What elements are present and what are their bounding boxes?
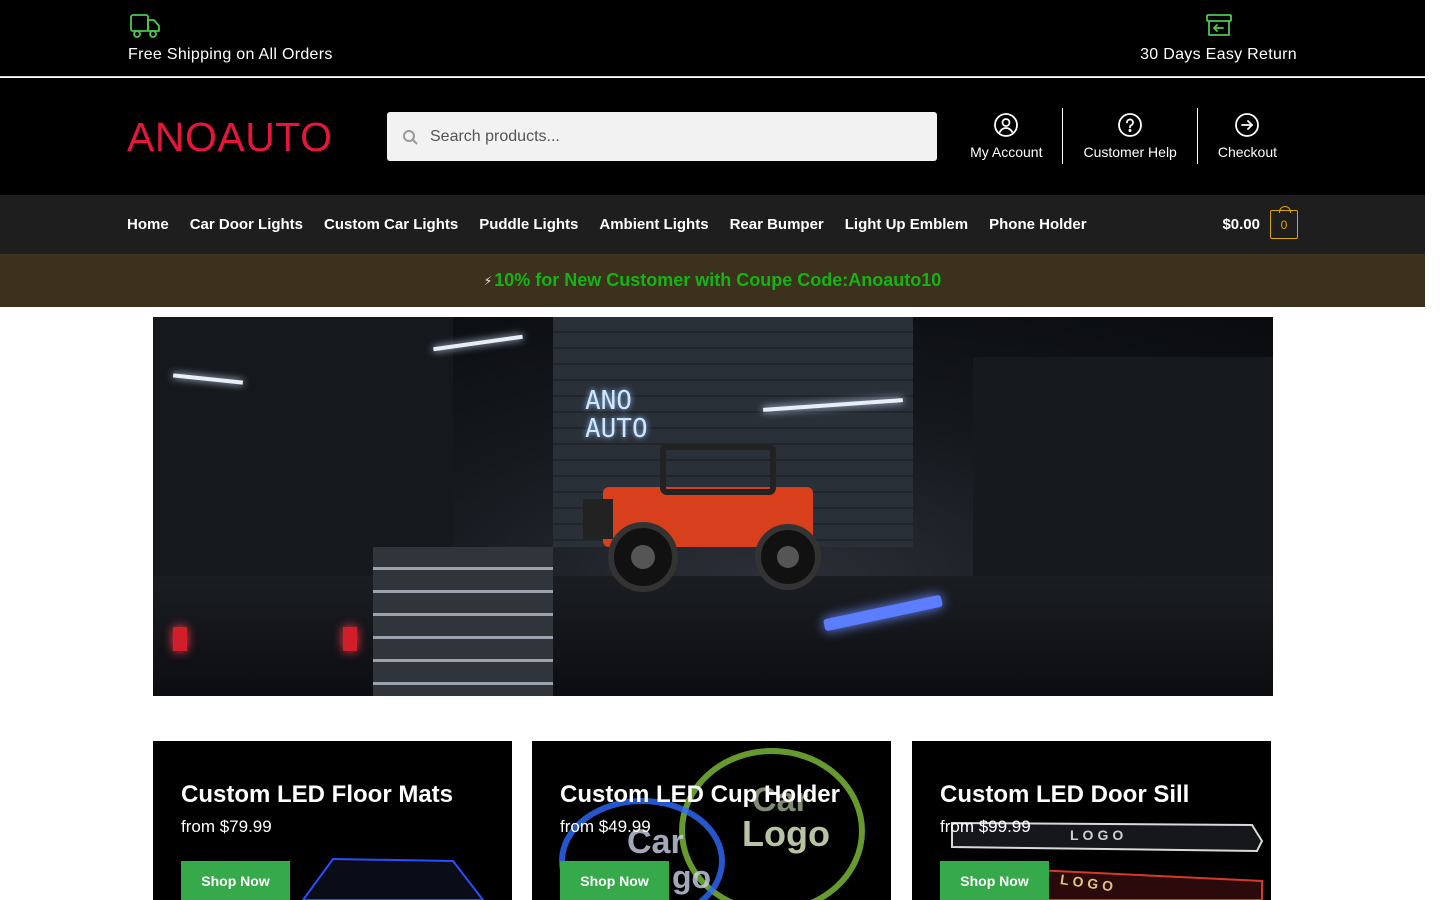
site-header: ANOAUTO My Account Customer Help Checkou… bbox=[0, 78, 1425, 195]
search-box[interactable] bbox=[387, 112, 937, 161]
arrow-right-circle-icon bbox=[1235, 113, 1260, 137]
lightning-icon: ⚡ bbox=[483, 273, 493, 288]
nav-item-light-up-emblem[interactable]: Light Up Emblem bbox=[845, 216, 968, 233]
free-shipping-notice: Free Shipping on All Orders bbox=[128, 12, 333, 64]
user-icon bbox=[994, 113, 1019, 137]
product-category-cards: Custom LED Floor Mats from $79.99 Shop N… bbox=[153, 741, 1273, 900]
truck-icon bbox=[130, 14, 160, 38]
product-title: Custom LED Floor Mats bbox=[181, 781, 454, 808]
main-navigation: Home Car Door Lights Custom Car Lights P… bbox=[0, 195, 1425, 254]
product-card-floor-mats[interactable]: Custom LED Floor Mats from $79.99 Shop N… bbox=[153, 741, 512, 900]
red-light-accent bbox=[343, 627, 357, 651]
tool-cabinet bbox=[373, 547, 553, 696]
product-price: from $49.99 bbox=[560, 817, 651, 836]
easy-return-text: 30 Days Easy Return bbox=[1140, 46, 1297, 63]
help-icon bbox=[1118, 113, 1143, 137]
nav-item-custom-car-lights[interactable]: Custom Car Lights bbox=[324, 216, 458, 233]
site-logo[interactable]: ANOAUTO bbox=[127, 114, 333, 161]
product-card-cup-holder[interactable]: Logo Car Car go Custom LED Cup Holder fr… bbox=[532, 741, 891, 900]
cart-amount: $0.00 bbox=[1222, 216, 1260, 233]
cart-link[interactable]: $0.00 0 bbox=[1222, 206, 1298, 239]
shop-now-button[interactable]: Shop Now bbox=[181, 861, 290, 900]
nav-item-rear-bumper[interactable]: Rear Bumper bbox=[730, 216, 824, 233]
promo-text: 10% for New Customer with Coupe Code:Ano… bbox=[494, 270, 942, 290]
product-card-door-sill[interactable]: LOGO LOGO Custom LED Door Sill from $99.… bbox=[912, 741, 1271, 900]
search-input[interactable] bbox=[430, 127, 910, 146]
cart-count-badge: 0 bbox=[1270, 206, 1298, 239]
customer-help-link[interactable]: Customer Help bbox=[1062, 108, 1196, 164]
jeep-illustration bbox=[583, 444, 821, 592]
checkout-link[interactable]: Checkout bbox=[1196, 108, 1297, 164]
my-account-link[interactable]: My Account bbox=[950, 108, 1062, 164]
my-account-label: My Account bbox=[970, 144, 1043, 160]
product-title: Custom LED Door Sill bbox=[940, 781, 1190, 808]
nav-item-phone-holder[interactable]: Phone Holder bbox=[989, 216, 1087, 233]
checkout-label: Checkout bbox=[1217, 144, 1277, 160]
nav-item-car-door-lights[interactable]: Car Door Lights bbox=[190, 216, 303, 233]
shop-now-button[interactable]: Shop Now bbox=[560, 861, 669, 900]
free-shipping-text: Free Shipping on All Orders bbox=[128, 46, 333, 63]
hero-banner-image[interactable]: ANO AUTO bbox=[153, 317, 1273, 696]
shop-now-button[interactable]: Shop Now bbox=[940, 861, 1049, 900]
garage-wall-right bbox=[973, 357, 1273, 577]
product-price: from $79.99 bbox=[181, 817, 272, 836]
nav-item-ambient-lights[interactable]: Ambient Lights bbox=[599, 216, 708, 233]
garage-wall-left bbox=[153, 317, 453, 577]
easy-return-notice: 30 Days Easy Return bbox=[1140, 12, 1297, 64]
hero-sign-line1: ANO bbox=[585, 386, 632, 416]
nav-item-puddle-lights[interactable]: Puddle Lights bbox=[479, 216, 578, 233]
product-title: Custom LED Cup Holder bbox=[560, 781, 840, 808]
customer-help-label: Customer Help bbox=[1083, 144, 1177, 160]
search-icon bbox=[403, 129, 418, 145]
cup-holder-go-text: go bbox=[672, 859, 712, 895]
product-price: from $99.99 bbox=[940, 817, 1031, 836]
promo-banner: ⚡ 10% for New Customer with Coupe Code:A… bbox=[0, 254, 1425, 307]
red-light-accent bbox=[173, 627, 187, 651]
nav-item-home[interactable]: Home bbox=[127, 216, 169, 233]
door-sill-logo-text: LOGO bbox=[1070, 827, 1128, 843]
header-account-links: My Account Customer Help Checkout bbox=[950, 108, 1297, 164]
top-info-bar: Free Shipping on All Orders 30 Days Easy… bbox=[0, 0, 1425, 77]
return-box-icon bbox=[1205, 14, 1232, 36]
